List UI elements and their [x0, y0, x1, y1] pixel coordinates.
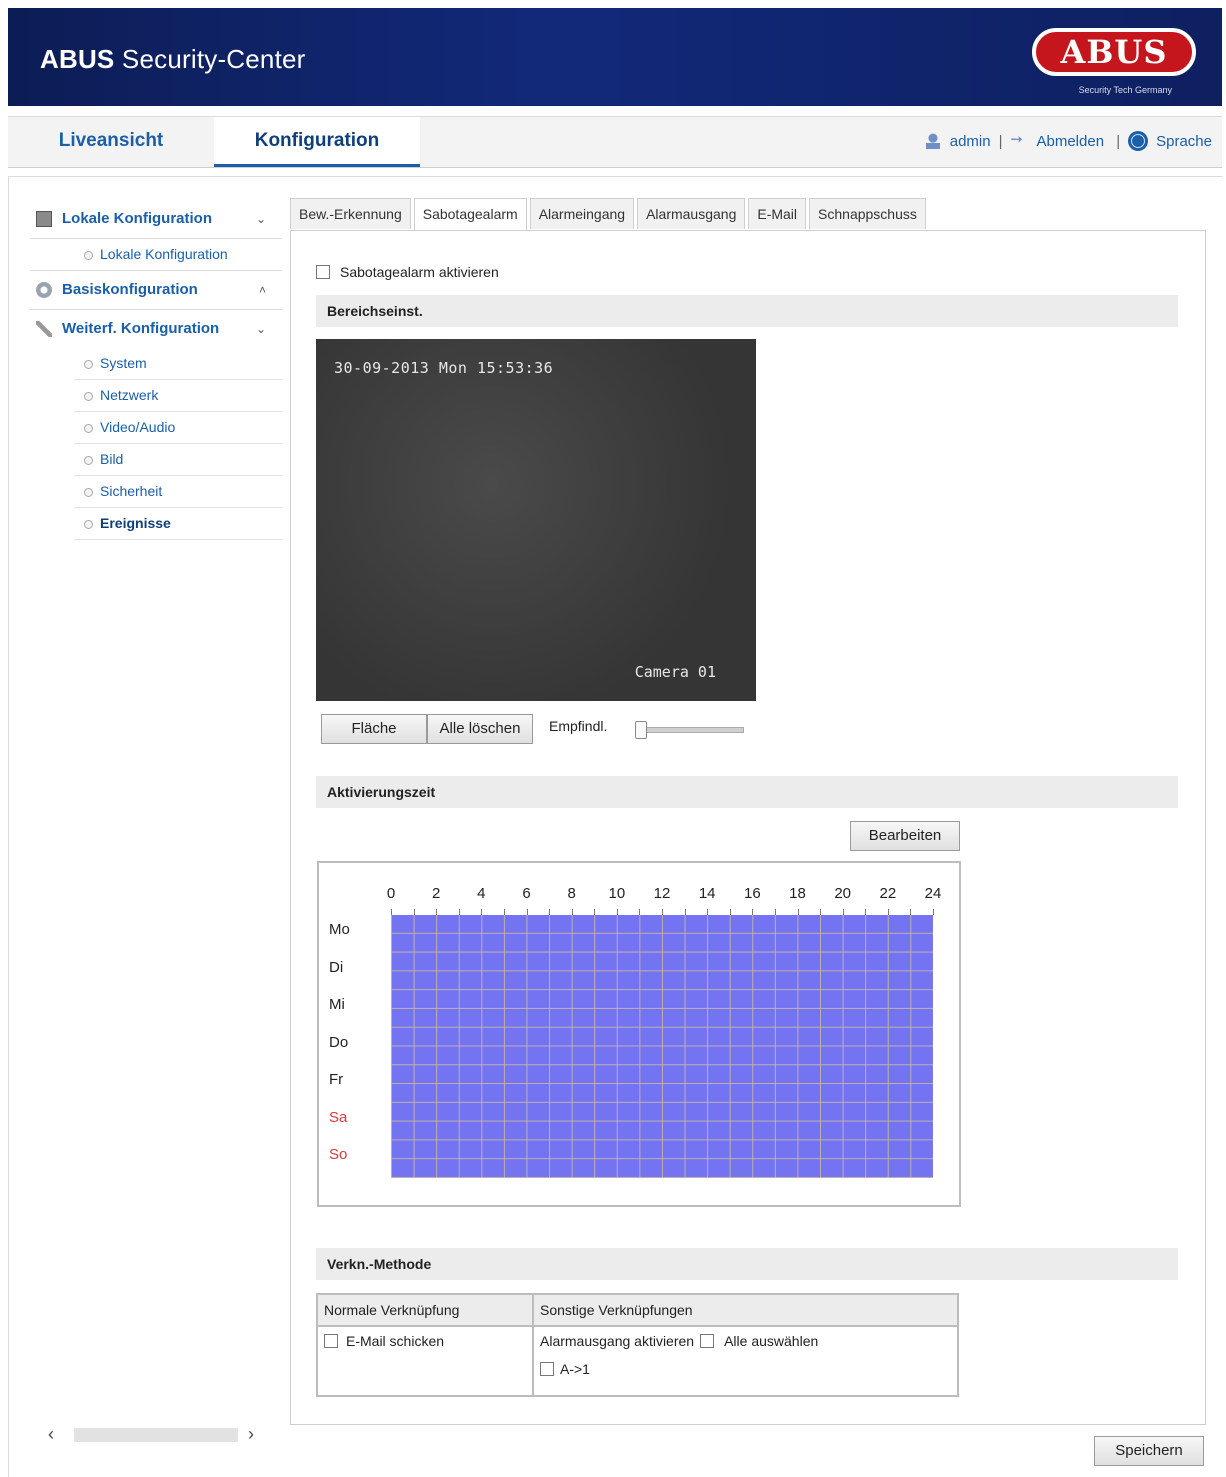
- sensitivity-slider[interactable]: [635, 721, 744, 739]
- day-label: Sa: [329, 1108, 348, 1126]
- tab-email[interactable]: E-Mail: [748, 198, 807, 229]
- col-normal-header: Normale Verknüpfung: [316, 1293, 534, 1327]
- tab-alarmeingang[interactable]: Alarmeingang: [529, 198, 635, 229]
- scrollbar-thumb[interactable]: [74, 1428, 238, 1442]
- day-label: So: [329, 1146, 348, 1164]
- enable-tamper-checkbox[interactable]: [316, 265, 330, 279]
- header-banner: ABUS Security-Center ABUS Security Tech …: [8, 8, 1222, 106]
- day-label: Do: [329, 1033, 349, 1051]
- tab-sabotagealarm[interactable]: Sabotagealarm: [413, 198, 527, 232]
- sidebar-item-bild[interactable]: Bild: [74, 444, 282, 476]
- output-a1-label: A->1: [560, 1361, 590, 1377]
- basic-config-icon: [36, 282, 52, 298]
- logo-subtitle: Security Tech Germany: [1078, 85, 1172, 95]
- sidebar-section-basic[interactable]: Basiskonfiguration ˄: [30, 270, 282, 310]
- sidebar-section-local[interactable]: Lokale Konfiguration ⌄: [30, 200, 282, 239]
- area-button[interactable]: Fläche: [321, 714, 427, 744]
- sidebar-section-label: Basiskonfiguration: [62, 281, 198, 298]
- top-navigation: Liveansicht Konfiguration admin | Abmeld…: [8, 116, 1222, 168]
- sidebar-item-sicherheit[interactable]: Sicherheit: [74, 476, 282, 508]
- logout-link[interactable]: Abmelden: [1037, 133, 1105, 150]
- hour-tick: [933, 909, 934, 915]
- hour-label: 14: [698, 885, 716, 902]
- video-preview[interactable]: 30-09-2013 Mon 15:53:36 Camera 01: [316, 339, 756, 701]
- enable-row: Sabotagealarm aktivieren: [316, 264, 499, 280]
- other-links-cell: Alarmausgang aktivieren Alle auswählen A…: [532, 1325, 959, 1397]
- sidebar-item-netzwerk[interactable]: Netzwerk: [74, 380, 282, 412]
- link-section-header: Verkn.-Methode: [316, 1248, 1178, 1280]
- normal-links-cell: E-Mail schicken: [316, 1325, 534, 1397]
- app-title: ABUS Security-Center: [40, 44, 306, 74]
- tab-schnappschuss[interactable]: Schnappschuss: [809, 198, 926, 229]
- sidebar-item-video-audio[interactable]: Video/Audio: [74, 412, 282, 444]
- chevron-up-icon[interactable]: ˄: [259, 271, 266, 309]
- hour-label: 10: [608, 885, 626, 902]
- select-all-label: Alle auswählen: [724, 1333, 819, 1349]
- hour-label: 8: [567, 885, 576, 902]
- sidebar-section-label: Weiterf. Konfiguration: [62, 320, 220, 337]
- col-other-header: Sonstige Verknüpfungen: [532, 1293, 959, 1327]
- wrench-icon: [36, 321, 52, 337]
- hour-label: 2: [431, 885, 441, 902]
- link-method-table: Normale Verknüpfung Sonstige Verknüpfung…: [316, 1293, 959, 1397]
- select-all-checkbox[interactable]: [700, 1334, 715, 1348]
- sidebar: Lokale Konfiguration ⌄ Lokale Konfigurat…: [30, 200, 282, 540]
- sidebar-item-lokale-konfiguration[interactable]: Lokale Konfiguration: [74, 239, 282, 270]
- hour-label: 18: [789, 885, 806, 902]
- event-tabs: Bew.-Erkennung Sabotagealarm Alarmeingan…: [290, 198, 929, 232]
- logout-icon: [1011, 130, 1029, 149]
- hour-label: 6: [522, 885, 531, 902]
- separator: |: [1112, 132, 1121, 150]
- chevron-down-icon[interactable]: ⌄: [256, 310, 266, 348]
- chevron-down-icon[interactable]: ⌄: [256, 200, 266, 238]
- tab-alarmausgang[interactable]: Alarmausgang: [637, 198, 746, 229]
- day-label: Fr: [329, 1071, 344, 1089]
- output-a1-checkbox[interactable]: [540, 1362, 554, 1376]
- email-checkbox[interactable]: [324, 1334, 338, 1348]
- day-label: Di: [329, 958, 344, 976]
- save-button[interactable]: Speichern: [1094, 1436, 1204, 1466]
- scroll-left-icon[interactable]: ‹: [48, 1424, 54, 1445]
- sidebar-section-label: Lokale Konfiguration: [62, 210, 212, 227]
- sidebar-item-system[interactable]: System: [74, 348, 282, 380]
- alarm-output-label: Alarmausgang aktivieren: [540, 1333, 695, 1349]
- hour-label: 22: [879, 885, 897, 902]
- language-link[interactable]: Sprache: [1156, 133, 1212, 150]
- enable-tamper-label: Sabotagealarm aktivieren: [340, 264, 499, 280]
- day-label: Mo: [329, 921, 350, 938]
- sidebar-section-advanced[interactable]: Weiterf. Konfiguration ⌄: [30, 310, 282, 348]
- tab-bew-erkennung[interactable]: Bew.-Erkennung: [290, 198, 411, 229]
- day-label: Mi: [329, 996, 345, 1014]
- schedule-section-header: Aktivierungszeit: [316, 776, 1178, 808]
- sidebar-scrollbar[interactable]: ‹ ›: [30, 1424, 282, 1446]
- local-config-icon: [36, 211, 52, 227]
- hour-label: 4: [477, 885, 486, 902]
- osd-datetime: 30-09-2013 Mon 15:53:36: [334, 359, 554, 377]
- tab-konfiguration[interactable]: Konfiguration: [214, 117, 420, 167]
- user-menu: admin | Abmelden | Sprache: [923, 130, 1212, 151]
- osd-camera-name: Camera 01: [634, 663, 716, 681]
- tab-liveansicht[interactable]: Liveansicht: [8, 117, 214, 165]
- globe-icon: [1128, 131, 1149, 151]
- hour-label: 20: [834, 885, 851, 902]
- hour-label: 0: [386, 885, 396, 902]
- schedule-grid[interactable]: 0 2 4 6 8 10 12 14 16 18 20 22 24 Mo Di Mi Do Fr Sa So: [317, 861, 961, 1207]
- user-link[interactable]: admin: [950, 133, 991, 150]
- sidebar-item-ereignisse[interactable]: Ereignisse: [74, 508, 282, 540]
- slider-handle[interactable]: [635, 721, 647, 739]
- edit-schedule-button[interactable]: Bearbeiten: [850, 821, 960, 851]
- email-label: E-Mail schicken: [346, 1333, 445, 1349]
- schedule-active-area[interactable]: [391, 915, 933, 1178]
- scroll-right-icon[interactable]: ›: [248, 1424, 254, 1445]
- hour-label: 12: [653, 885, 671, 902]
- hour-label: 16: [743, 885, 761, 902]
- hour-label: 24: [924, 885, 942, 902]
- area-section-header: Bereichseinst.: [316, 295, 1178, 327]
- abus-logo: ABUS: [1032, 28, 1196, 76]
- separator: |: [998, 132, 1003, 150]
- sensitivity-label: Empfindl.: [549, 718, 608, 734]
- clear-all-button[interactable]: Alle löschen: [427, 714, 533, 744]
- user-icon: [923, 133, 942, 149]
